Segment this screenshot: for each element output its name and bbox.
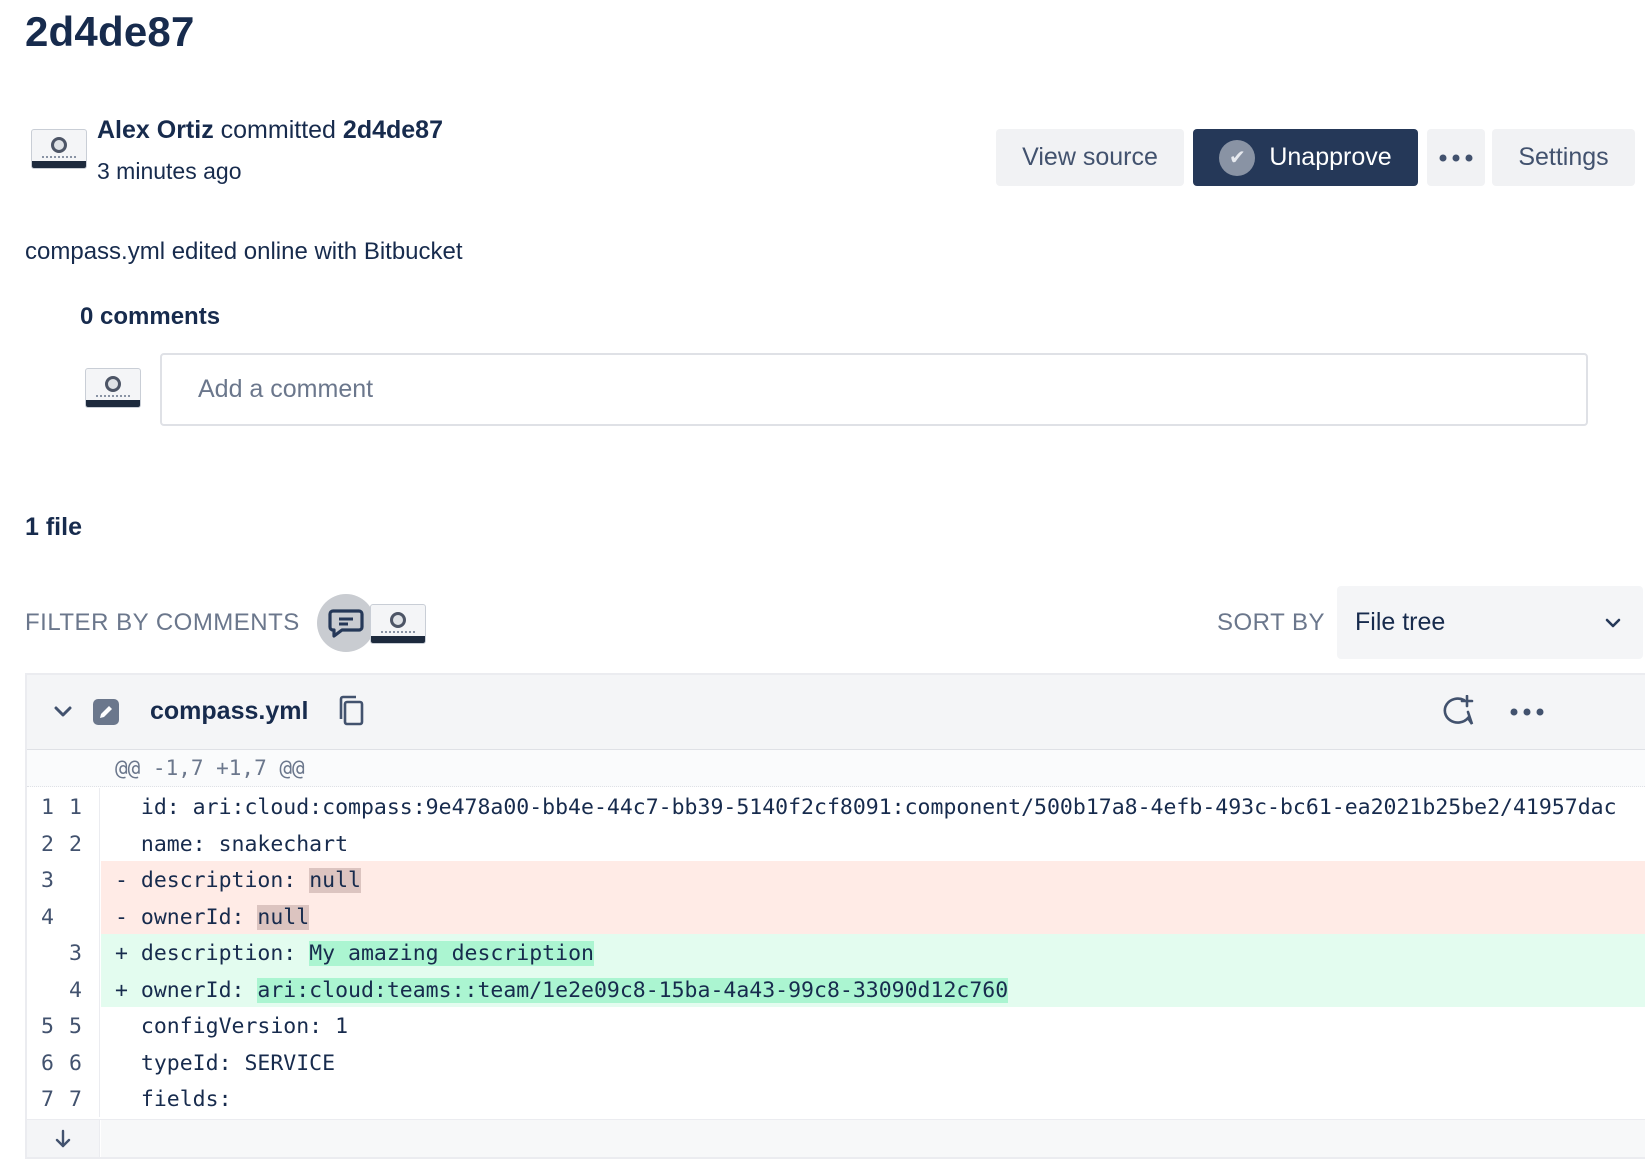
- commit-message: compass.yml edited online with Bitbucket: [25, 238, 463, 265]
- line-number-gutter: 4: [27, 970, 100, 1007]
- commit-time[interactable]: 3 minutes ago: [97, 158, 241, 185]
- added-highlight: My amazing description: [309, 941, 594, 966]
- diff-line-code: - ownerId: null: [101, 897, 1645, 934]
- unapprove-button[interactable]: ✔ Unapprove: [1193, 129, 1418, 186]
- edit-file-icon: [93, 699, 119, 725]
- page-title: 2d4de87: [25, 8, 195, 55]
- add-comment-icon[interactable]: [1439, 695, 1475, 729]
- sort-select[interactable]: File tree: [1337, 586, 1643, 659]
- hunk-header-text: @@ -1,7 +1,7 @@: [115, 756, 305, 780]
- file-diff-panel: compass.yml @@ -1,7 +1,7 @@ 11 id: ari:c…: [25, 673, 1645, 1159]
- filter-user-avatar[interactable]: [370, 604, 426, 644]
- copy-icon[interactable]: [337, 695, 365, 727]
- diff-line: 66 typeId: SERVICE: [27, 1043, 1645, 1080]
- diff-line-code: fields:: [140, 1087, 232, 1112]
- line-number-gutter: 11: [27, 788, 100, 825]
- diff-line-code: typeId: SERVICE: [140, 1050, 336, 1076]
- diff-line-added: 3 + description: My amazing description: [27, 934, 1645, 971]
- line-number-gutter: 3: [27, 861, 100, 898]
- expand-button[interactable]: [27, 1120, 100, 1157]
- added-highlight: ari:cloud:teams::team/1e2e09c8-15ba-4a43…: [257, 977, 1009, 1003]
- add-comment-input[interactable]: Add a comment: [160, 353, 1588, 426]
- current-user-avatar: [85, 368, 141, 408]
- diff-lines: 11 id: ari:cloud:compass:9e478a00-bb4e-4…: [27, 788, 1645, 1117]
- diff-line-added: 4 + ownerId: ari:cloud:teams::team/1e2e0…: [27, 970, 1645, 1007]
- diff-line-removed: 4 - ownerId: null: [27, 897, 1645, 934]
- removed-highlight: null: [257, 904, 310, 930]
- expand-context-row[interactable]: [27, 1119, 1645, 1157]
- diff-line-code: configVersion: 1: [140, 1014, 349, 1039]
- more-icon[interactable]: [1510, 708, 1544, 716]
- diff-line-code: id: ari:cloud:compass:9e478a00-bb4e-44c7…: [140, 795, 1617, 820]
- diff-line: 55 configVersion: 1: [27, 1007, 1645, 1044]
- comments-count: 0 comments: [80, 303, 221, 330]
- line-number-gutter: 22: [27, 824, 100, 861]
- commit-hash[interactable]: 2d4de87: [343, 116, 443, 144]
- author-avatar[interactable]: [31, 129, 87, 169]
- diff-line-code: + description: My amazing description: [101, 934, 1645, 971]
- chevron-down-icon: [1605, 618, 1621, 627]
- diff-line-removed: 3 - description: null: [27, 861, 1645, 898]
- line-number-gutter: 4: [27, 897, 100, 934]
- line-number-gutter: 55: [27, 1007, 100, 1044]
- files-count: 1 file: [25, 513, 82, 541]
- diff-line: 11 id: ari:cloud:compass:9e478a00-bb4e-4…: [27, 788, 1645, 825]
- commit-author-line: Alex Ortiz committed 2d4de87: [97, 116, 443, 145]
- line-number-gutter: 66: [27, 1043, 100, 1080]
- file-diff-header: compass.yml: [27, 675, 1645, 750]
- unapprove-label: Unapprove: [1269, 143, 1392, 171]
- chevron-down-icon[interactable]: [54, 706, 72, 718]
- diff-line-code: + ownerId: ari:cloud:teams::team/1e2e09c…: [101, 970, 1645, 1007]
- view-source-button[interactable]: View source: [996, 129, 1184, 186]
- removed-highlight: null: [309, 868, 361, 893]
- diff-line: 77 fields:: [27, 1080, 1645, 1117]
- view-source-label: View source: [1022, 143, 1158, 171]
- author-name[interactable]: Alex Ortiz: [97, 116, 214, 144]
- more-actions-button[interactable]: [1427, 129, 1485, 186]
- line-number-gutter: 3: [27, 934, 100, 971]
- diff-filename[interactable]: compass.yml: [150, 697, 308, 726]
- diff-line-code: - description: null: [101, 861, 1645, 898]
- diff-line-code: name: snakechart: [140, 831, 349, 857]
- comment-filter-icon[interactable]: [317, 594, 375, 652]
- arrow-down-icon: [55, 1129, 71, 1147]
- settings-label: Settings: [1518, 143, 1609, 171]
- diff-line: 22 name: snakechart: [27, 824, 1645, 861]
- sort-select-value: File tree: [1355, 608, 1446, 636]
- check-circle-icon: ✔: [1219, 139, 1256, 176]
- commit-verb: committed: [220, 116, 336, 144]
- line-number-gutter: 77: [27, 1080, 100, 1117]
- filter-by-comments-label: FILTER BY COMMENTS: [25, 609, 300, 636]
- sort-by-label: SORT BY: [1217, 609, 1325, 636]
- more-icon: [1439, 154, 1473, 161]
- hunk-header: @@ -1,7 +1,7 @@: [27, 750, 1645, 787]
- settings-button[interactable]: Settings: [1492, 129, 1635, 186]
